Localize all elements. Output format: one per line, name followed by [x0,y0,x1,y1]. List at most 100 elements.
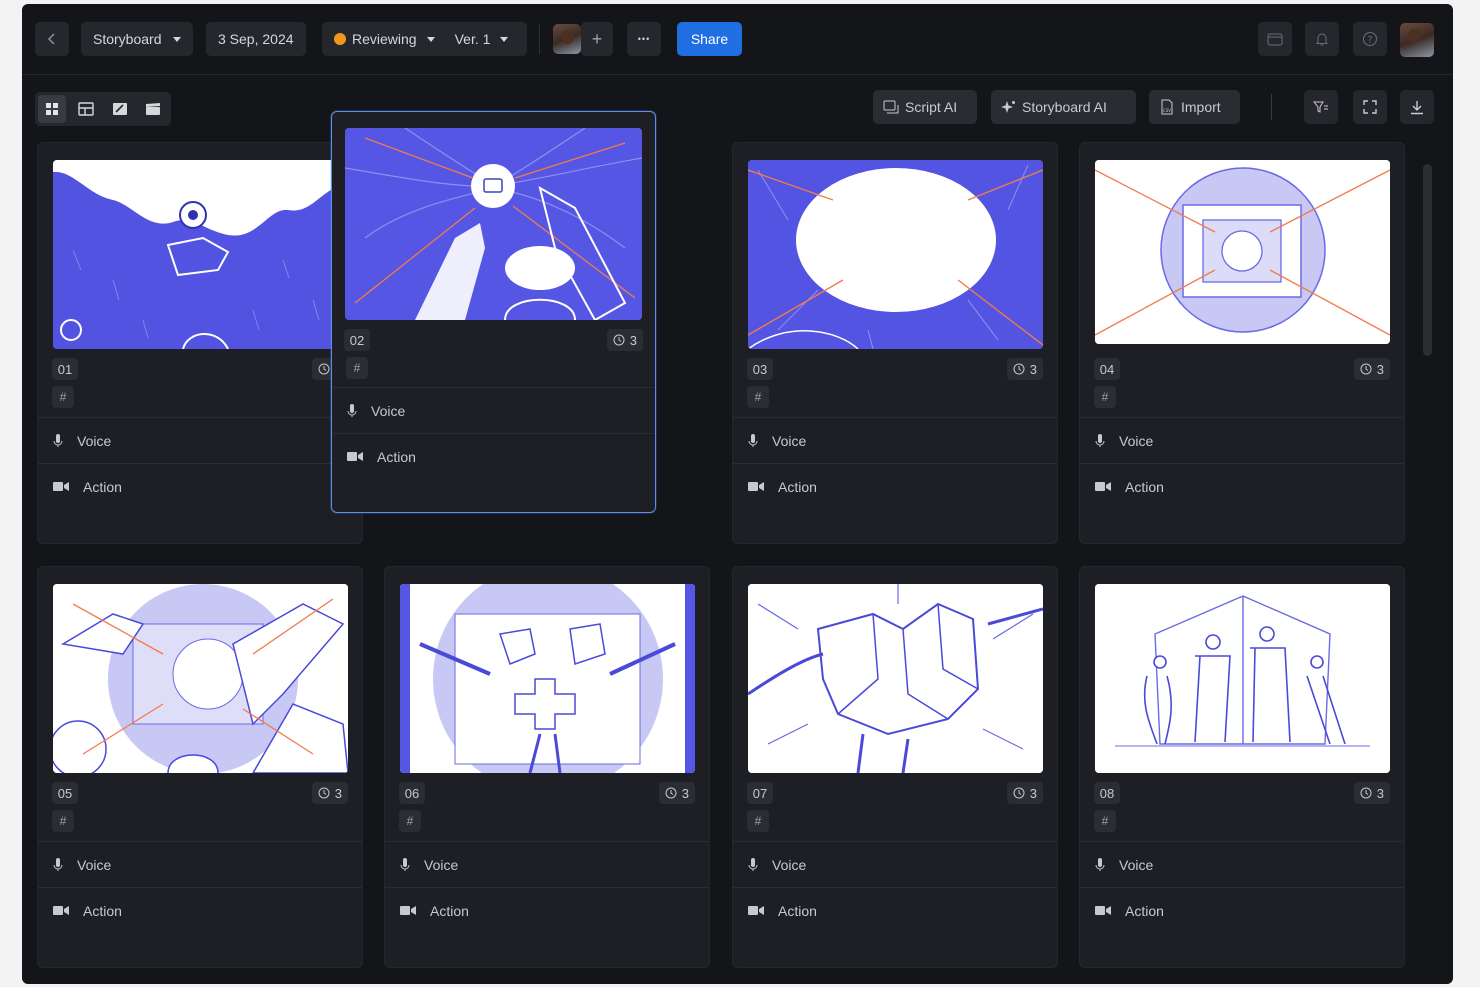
grid-view-button[interactable] [38,95,66,123]
duration-value: 3 [334,785,342,801]
action-row[interactable]: Action [385,887,709,933]
more-button[interactable]: ••• [627,22,661,56]
frame-number: 01 [52,358,78,380]
action-row[interactable]: Action [733,463,1057,509]
user-avatar[interactable] [1400,23,1434,57]
tag-button[interactable]: # [747,386,769,408]
frame-thumbnail[interactable] [53,584,348,773]
tag-button[interactable]: # [346,357,368,379]
status-version-control[interactable]: Reviewing Ver. 1 [322,22,527,56]
grid-icon [46,103,58,115]
table-view-button[interactable] [72,95,100,123]
svg-text:?: ? [1368,36,1373,46]
import-button[interactable]: CSV Import [1149,90,1240,124]
add-collaborator-button[interactable]: + [581,22,613,56]
action-row[interactable]: Action [38,463,362,509]
tag-button[interactable]: # [52,810,74,832]
duration-badge[interactable]: 3 [1353,358,1390,380]
voice-row[interactable]: Voice [733,841,1057,887]
frame-thumbnail[interactable] [1095,584,1390,773]
duration-badge[interactable]: 3 [311,782,348,804]
voice-row[interactable]: Voice [733,417,1057,463]
action-label: Action [1125,902,1164,919]
frame-thumbnail[interactable] [1095,160,1390,344]
duration-badge[interactable]: 3 [1006,782,1043,804]
frame-thumbnail[interactable] [53,160,348,349]
duration-badge[interactable]: 3 [1353,782,1390,804]
plus-icon: + [591,28,603,49]
storyboard-card-05[interactable]: 05 3 # Voice Action [37,566,363,968]
storyboard-card-03[interactable]: 03 3 # Voice Action [732,142,1058,544]
action-row[interactable]: Action [733,887,1057,933]
storyboard-dropdown[interactable]: Storyboard [81,22,194,56]
back-button[interactable] [35,22,69,56]
storyboard-card-08[interactable]: 08 3 # Voice Action [1079,566,1405,968]
action-row[interactable]: Action [1080,887,1404,933]
import-csv-icon: CSV [1161,99,1173,115]
frame-thumbnail[interactable] [748,160,1043,349]
duration-badge[interactable]: 3 [658,782,695,804]
frame-thumbnail[interactable] [345,128,642,320]
voice-row[interactable]: Voice [1080,841,1404,887]
action-label: Action [430,902,469,919]
sketch-illustration [1095,584,1390,773]
voice-row[interactable]: Voice [38,841,362,887]
duration-badge[interactable]: 3 [606,329,643,351]
clapper-view-button[interactable] [139,95,167,123]
import-label: Import [1181,99,1221,115]
video-camera-icon [1095,482,1111,491]
tag-button[interactable]: # [1094,810,1116,832]
action-row[interactable]: Action [38,887,362,933]
calendar-button[interactable] [1258,22,1292,56]
share-button[interactable]: Share [677,22,742,56]
notifications-button[interactable] [1305,22,1339,56]
collaborator-avatar[interactable] [553,24,581,54]
tag-button[interactable]: # [747,810,769,832]
frame-thumbnail[interactable] [748,584,1043,773]
chevron-down-icon [500,36,509,42]
download-button[interactable] [1400,90,1434,124]
sparkle-icon [1001,100,1015,113]
fullscreen-button[interactable] [1353,90,1387,124]
storyboard-app: Storyboard 3 Sep, 2024 Reviewing Ver. 1 … [22,4,1453,984]
storyboard-card-04[interactable]: 04 3 # Voice Action [1079,142,1405,544]
tag-button[interactable]: # [52,386,74,408]
scrollbar[interactable] [1423,164,1432,356]
clock-icon [1360,787,1372,799]
script-ai-button[interactable]: Script AI [873,90,977,124]
version-label[interactable]: Ver. 1 [455,31,491,47]
filter-icon [1313,101,1328,113]
svg-text:CSV: CSV [1163,108,1171,113]
sketch-illustration [400,584,695,773]
frame-number: 08 [1094,782,1120,804]
frame-number: 04 [1094,358,1120,380]
voice-row[interactable]: Voice [1080,417,1404,463]
frame-number: 06 [399,782,425,804]
status-label[interactable]: Reviewing [352,31,417,47]
image-view-button[interactable] [106,95,134,123]
voice-row[interactable]: Voice [332,387,655,433]
script-ai-label: Script AI [905,99,958,115]
date-button[interactable]: 3 Sep, 2024 [206,22,306,56]
frame-thumbnail[interactable] [400,584,695,773]
storyboard-ai-button[interactable]: Storyboard AI [991,90,1136,124]
storyboard-card-01[interactable]: 01 3 # Voice Action [37,142,363,544]
voice-row[interactable]: Voice [385,841,709,887]
duration-badge[interactable]: 3 [1006,358,1043,380]
tag-button[interactable]: # [399,810,421,832]
action-label: Action [83,478,122,495]
duration-value: 3 [1029,785,1037,801]
frame-number: 07 [747,782,773,804]
storyboard-card-06[interactable]: 06 3 # Voice Action [384,566,710,968]
voice-row[interactable]: Voice [38,417,362,463]
action-row[interactable]: Action [1080,463,1404,509]
help-button[interactable]: ? [1353,22,1387,56]
storyboard-card-02[interactable]: 02 3 # Voice Action [331,111,656,513]
script-icon [883,100,899,114]
tag-button[interactable]: # [1094,386,1116,408]
filter-button[interactable] [1304,90,1338,124]
action-row[interactable]: Action [332,433,655,479]
more-dots-icon: ••• [637,34,651,44]
storyboard-card-07[interactable]: 07 3 # Voice Action [732,566,1058,968]
frame-number: 02 [344,329,370,351]
